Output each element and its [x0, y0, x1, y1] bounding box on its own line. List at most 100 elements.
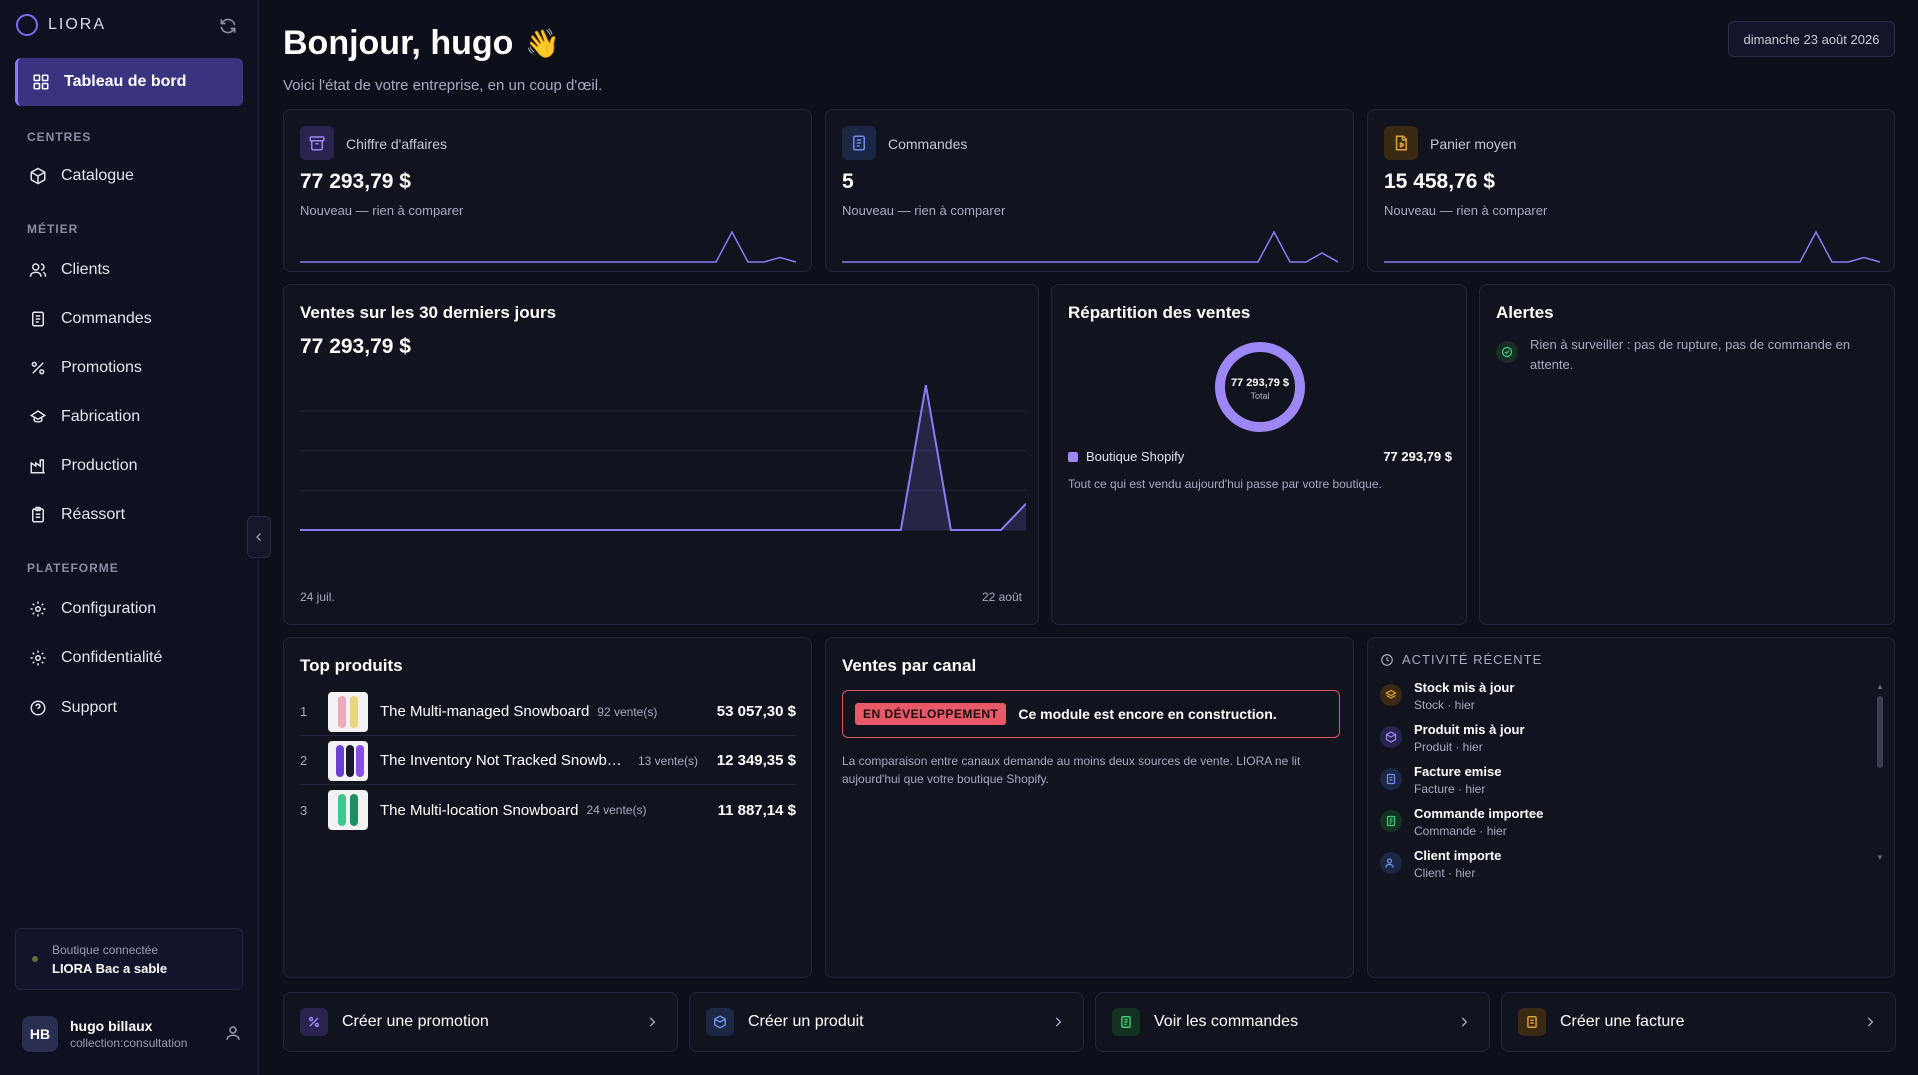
product-sales-count: 92 vente(s): [597, 704, 658, 719]
activity-item-title: Commande importee: [1414, 806, 1544, 821]
area-fill: [300, 385, 1026, 530]
activity-item-sub: Facture · hier: [1414, 782, 1486, 796]
sidebar-item-promotions[interactable]: Promotions: [15, 348, 243, 388]
refresh-icon[interactable]: [218, 16, 238, 36]
order-icon: [1380, 810, 1402, 832]
alert-item: Rien à surveiller : pas de rupture, pas …: [1496, 335, 1886, 375]
gear-icon: [30, 650, 46, 666]
activity-item-title: Facture emise: [1414, 764, 1502, 779]
card-title: Ventes sur les 30 derniers jours: [300, 303, 557, 322]
sidebar-item-tableau-de-bord[interactable]: Tableau de bord: [15, 58, 243, 106]
activity-item-sub: Commande · hier: [1414, 824, 1507, 838]
sidebar-item-support[interactable]: Support: [15, 688, 243, 728]
action-label: Créer un produit: [748, 1013, 864, 1030]
avatar: HB: [22, 1016, 58, 1052]
kpi-value: 5: [842, 170, 854, 193]
scrollbar-thumb[interactable]: [1877, 696, 1883, 768]
action-label: Créer une promotion: [342, 1013, 489, 1030]
card-title: Répartition des ventes: [1068, 303, 1251, 322]
sidebar-collapse-button[interactable]: [247, 516, 271, 558]
page-subtitle: Voici l'état de votre entreprise, en un …: [283, 77, 603, 94]
create-invoice-button[interactable]: Créer une facture: [1501, 992, 1896, 1052]
connected-shop-card[interactable]: Boutique connectée LIORA Bac a sable: [15, 928, 243, 990]
list-item[interactable]: Produit mis à jour Produit · hier: [1380, 722, 1860, 762]
kpi-sparkline: [1384, 230, 1880, 263]
invoice-icon: [1518, 1008, 1546, 1036]
scroll-up-icon[interactable]: ▲: [1876, 682, 1884, 691]
product-amount: 12 349,35 $: [716, 752, 796, 769]
view-orders-button[interactable]: Voir les commandes: [1095, 992, 1490, 1052]
card-title: Top produits: [300, 656, 403, 675]
card-title: Alertes: [1496, 303, 1554, 322]
users-icon: [1380, 852, 1402, 874]
list-item[interactable]: Commande importee Commande · hier: [1380, 806, 1860, 846]
sales-30-days-card: Ventes sur les 30 derniers jours 77 293,…: [283, 284, 1039, 625]
alerts-card: Alertes Rien à surveiller : pas de ruptu…: [1479, 284, 1895, 625]
factory-icon: [30, 459, 45, 474]
check-circle-icon: [1496, 341, 1518, 363]
chevron-right-icon: [1055, 1017, 1062, 1027]
product-thumbnail: [328, 740, 368, 781]
sidebar-item-label: Commandes: [61, 310, 152, 327]
box-icon: [706, 1008, 734, 1036]
activity-item-title: Stock mis à jour: [1414, 680, 1515, 695]
brand[interactable]: LIORA: [16, 14, 106, 36]
channel-description: La comparaison entre canaux demande au m…: [842, 754, 1301, 786]
sidebar-section-metier: MÉTIER: [27, 222, 79, 236]
wave-emoji: 👋: [525, 28, 561, 59]
product-rank: 3: [300, 802, 308, 818]
greeting-text: Bonjour, hugo: [283, 24, 514, 62]
kpi-card-average-basket: Panier moyen 15 458,76 $ Nouveau — rien …: [1367, 109, 1895, 272]
kpi-label: Panier moyen: [1430, 136, 1517, 152]
list-item[interactable]: Facture emise Facture · hier: [1380, 764, 1860, 804]
sidebar-item-commandes[interactable]: Commandes: [15, 299, 243, 339]
kpi-value: 15 458,76 $: [1384, 170, 1495, 193]
shop-name: LIORA Bac a sable: [52, 960, 168, 976]
create-product-button[interactable]: Créer un produit: [689, 992, 1084, 1052]
sidebar-item-clients[interactable]: Clients: [15, 250, 243, 290]
table-row[interactable]: 2 The Inventory Not Tracked Snowboard 13…: [300, 737, 796, 785]
clock-icon: [1381, 653, 1393, 666]
list-item[interactable]: Stock mis à jour Stock · hier: [1380, 680, 1860, 720]
create-promotion-button[interactable]: Créer une promotion: [283, 992, 678, 1052]
donut-center-label: Total: [1250, 391, 1270, 401]
sidebar-item-production[interactable]: Production: [15, 446, 243, 486]
sidebar-item-label: Production: [61, 457, 138, 474]
user-icon[interactable]: [224, 1024, 242, 1042]
sparkline-series: [300, 230, 796, 263]
product-name: The Multi-location Snowboard: [380, 801, 579, 819]
sidebar-item-fabrication[interactable]: Fabrication: [15, 397, 243, 437]
product-name: The Inventory Not Tracked Snowboard: [380, 752, 630, 769]
card-title: Ventes par canal: [842, 656, 977, 675]
legend-item: Boutique Shopify 77 293,79 $: [1068, 449, 1452, 464]
sidebar-item-reassort[interactable]: Réassort: [15, 495, 243, 535]
kpi-card-revenue: Chiffre d'affaires 77 293,79 $ Nouveau —…: [283, 109, 812, 272]
sidebar-item-configuration[interactable]: Configuration: [15, 589, 243, 629]
stack-icon: [1380, 684, 1402, 706]
shop-status-icon: [32, 956, 38, 962]
order-icon: [1112, 1008, 1140, 1036]
product-amount: 53 057,30 $: [716, 703, 796, 720]
table-row[interactable]: 3 The Multi-location Snowboard 24 vente(…: [300, 786, 796, 834]
breakdown-note: Tout ce qui est vendu aujourd'hui passe …: [1068, 477, 1382, 491]
kpi-card-orders: Commandes 5 Nouveau — rien à comparer: [825, 109, 1354, 272]
activity-item-sub: Stock · hier: [1414, 698, 1475, 712]
kpi-label: Commandes: [888, 136, 968, 152]
table-row[interactable]: 1 The Multi-managed Snowboard 92 vente(s…: [300, 688, 796, 736]
sidebar-item-catalogue[interactable]: Catalogue: [15, 156, 243, 196]
sales-area-chart: [300, 385, 1026, 531]
kpi-sparkline: [300, 230, 796, 263]
scroll-down-icon[interactable]: ▼: [1876, 853, 1884, 862]
list-item[interactable]: Client importe Client · hier: [1380, 848, 1860, 888]
sidebar-section-plateforme: PLATEFORME: [27, 561, 119, 575]
sidebar-item-label: Réassort: [61, 506, 126, 523]
activity-scrollbar[interactable]: ▲ ▼: [1876, 682, 1884, 862]
sparkline-series: [842, 230, 1338, 263]
sales-breakdown-card: Répartition des ventes 77 293,79 $ Total…: [1051, 284, 1467, 625]
activity-header: ACTIVITÉ RÉCENTE: [1380, 652, 1542, 667]
product-name: The Multi-managed Snowboard: [380, 703, 590, 720]
user-role: collection:consultation: [70, 1036, 188, 1050]
sidebar-item-confidentialite[interactable]: Confidentialité: [15, 638, 243, 678]
user-profile[interactable]: HB hugo billaux collection:consultation: [22, 1014, 242, 1054]
product-sales-count: 13 vente(s): [638, 753, 699, 768]
